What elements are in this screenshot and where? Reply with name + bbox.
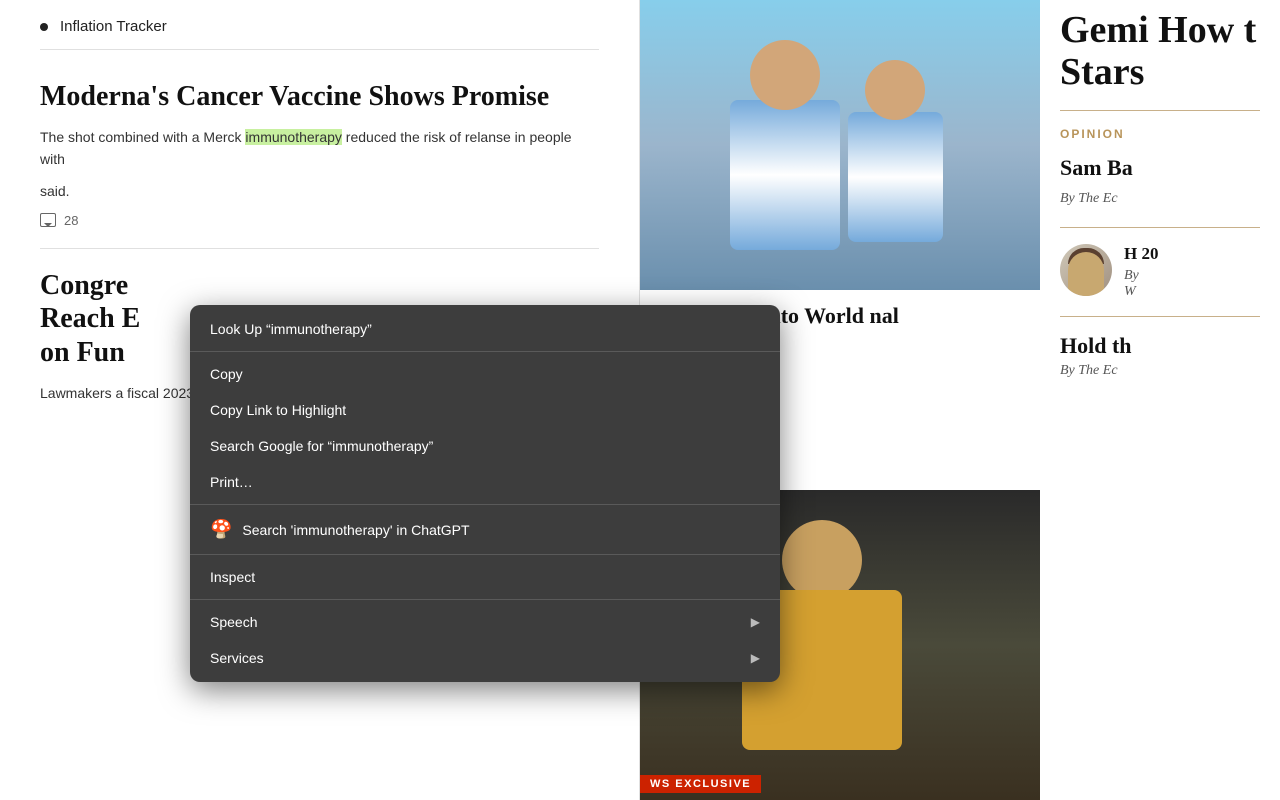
context-menu-label: Speech bbox=[210, 614, 257, 630]
context-menu: Look Up “immunotherapy” Copy Copy Link to … bbox=[190, 305, 780, 682]
article-moderna-headline[interactable]: Moderna's Cancer Vaccine Shows Promise bbox=[40, 80, 599, 114]
avatar bbox=[1060, 244, 1112, 296]
context-menu-label: Copy bbox=[210, 366, 243, 382]
right-divider2 bbox=[1060, 227, 1260, 228]
comment-count: 28 bbox=[64, 213, 78, 228]
context-menu-item-copy[interactable]: Copy bbox=[190, 356, 780, 392]
chevron-right-icon: ▶ bbox=[751, 651, 760, 665]
article-moderna-body2: said. bbox=[40, 180, 599, 202]
context-menu-item-services[interactable]: Services ▶ bbox=[190, 640, 780, 676]
context-menu-item-inspect[interactable]: Inspect bbox=[190, 559, 780, 595]
author1-byline: By The Ec bbox=[1060, 191, 1260, 207]
author2-byline: By W bbox=[1124, 268, 1260, 300]
opinion-label: OPINION bbox=[1060, 127, 1260, 141]
opinion-text: H 20 By W bbox=[1124, 244, 1260, 300]
context-menu-label: Print… bbox=[210, 474, 253, 490]
player2 bbox=[840, 60, 950, 260]
context-menu-label: Search 'immunotherapy' in ChatGPT bbox=[242, 522, 469, 538]
opinion-item-avatar: H 20 By W bbox=[1060, 244, 1260, 300]
soccer-scene: 10 bbox=[640, 0, 1040, 290]
hold-the-byline: By The Ec bbox=[1060, 363, 1260, 379]
highlighted-word[interactable]: immunotherapy bbox=[245, 129, 342, 145]
context-menu-item-print[interactable]: Print… bbox=[190, 464, 780, 500]
context-menu-separator bbox=[190, 351, 780, 352]
news-exclusive-label: WS EXCLUSIVE bbox=[640, 775, 761, 793]
context-menu-separator bbox=[190, 599, 780, 600]
context-menu-label: Copy Link to Highlight bbox=[210, 402, 346, 418]
context-menu-label: Inspect bbox=[210, 569, 255, 585]
context-menu-item-lookup[interactable]: Look Up “immunotherapy” bbox=[190, 311, 780, 347]
player1 bbox=[720, 40, 850, 270]
hold-the-title[interactable]: Hold th bbox=[1060, 333, 1260, 359]
nav-label: Inflation Tracker bbox=[60, 18, 167, 35]
context-menu-separator bbox=[190, 554, 780, 555]
right-divider bbox=[1060, 110, 1260, 111]
nav-item-inflation[interactable]: Inflation Tracker bbox=[40, 0, 599, 50]
nav-dot bbox=[40, 23, 48, 31]
right-divider3 bbox=[1060, 316, 1260, 317]
mushroom-icon: 🍄 bbox=[210, 519, 232, 540]
article-meta: 28 bbox=[40, 213, 599, 228]
comment-icon[interactable] bbox=[40, 213, 56, 227]
context-menu-item-copy-link[interactable]: Copy Link to Highlight bbox=[190, 392, 780, 428]
context-menu-item-speech[interactable]: Speech ▶ bbox=[190, 604, 780, 640]
context-menu-label: Search Google for “immunotherapy” bbox=[210, 438, 433, 454]
context-menu-separator bbox=[190, 504, 780, 505]
avatar-face bbox=[1068, 252, 1104, 296]
soccer-image: 10 bbox=[640, 0, 1040, 290]
opinion-author1[interactable]: Sam Ba bbox=[1060, 155, 1260, 181]
right-column: Gemi How t Stars OPINION Sam Ba By The E… bbox=[1040, 0, 1280, 800]
news-exclusive-tag: WS EXCLUSIVE bbox=[640, 774, 761, 792]
opinion-title2[interactable]: H 20 bbox=[1124, 244, 1260, 264]
context-menu-label: Look Up “immunotherapy” bbox=[210, 321, 372, 337]
context-menu-item-search-google[interactable]: Search Google for “immunotherapy” bbox=[190, 428, 780, 464]
chevron-right-icon: ▶ bbox=[751, 615, 760, 629]
context-menu-label: Services bbox=[210, 650, 264, 666]
article-moderna: Moderna's Cancer Vaccine Shows Promise T… bbox=[40, 60, 599, 249]
context-menu-item-chatgpt[interactable]: 🍄 Search 'immunotherapy' in ChatGPT bbox=[190, 509, 780, 550]
article-moderna-body: The shot combined with a Merck immunothe… bbox=[40, 126, 599, 171]
right-col-title: Gemi How t Stars bbox=[1060, 0, 1260, 94]
article-body-start: The shot combined with a Merck bbox=[40, 129, 245, 145]
